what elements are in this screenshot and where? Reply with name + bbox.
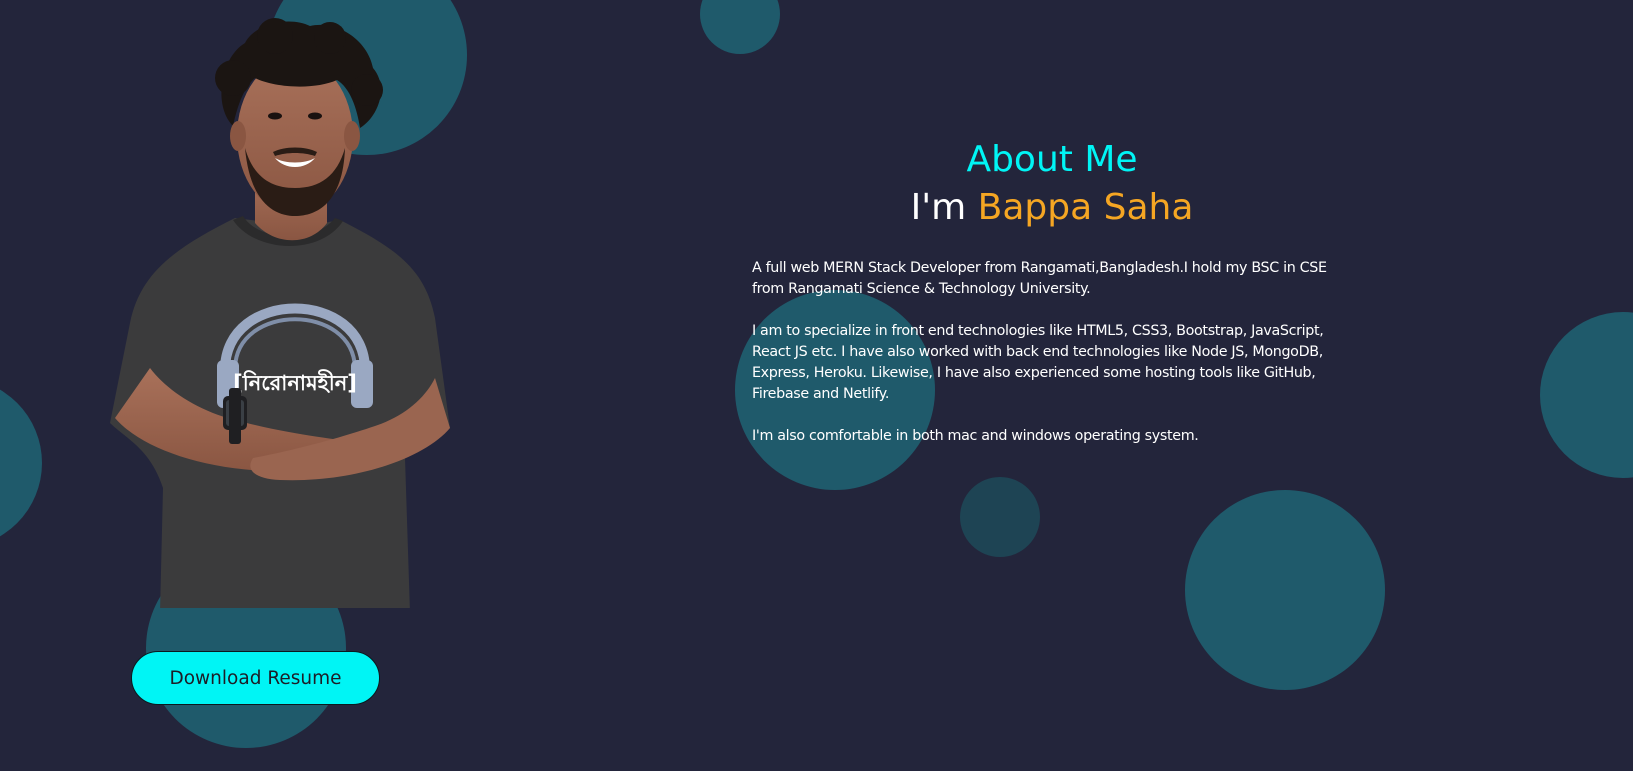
intro-line: I'm Bappa Saha [752, 184, 1352, 232]
about-paragraph: I'm also comfortable in both mac and win… [752, 428, 1199, 444]
about-paragraph: A full web MERN Stack Developer from Ran… [752, 260, 1327, 297]
bg-bubble [1540, 312, 1633, 478]
profile-photo: [নিরোনামহীন] [110, 18, 450, 608]
author-name: Bappa Saha [977, 187, 1194, 228]
about-description: A full web MERN Stack Developer from Ran… [752, 258, 1342, 468]
about-me-title: About Me [966, 139, 1138, 180]
about-paragraph: I am to specialize in front end technolo… [752, 323, 1324, 402]
about-heading: About Me I'm Bappa Saha [752, 136, 1352, 232]
bg-bubble [960, 477, 1040, 557]
download-resume-button[interactable]: Download Resume [131, 651, 380, 705]
about-section: [নিরোনামহীন] About Me I'm Bappa Saha A f… [0, 0, 1633, 771]
bg-bubble [1185, 490, 1385, 690]
intro-prefix: I'm [910, 187, 978, 228]
bg-bubble [700, 0, 780, 54]
bg-bubble [0, 378, 42, 548]
shirt-print-text: [নিরোনামহীন] [233, 369, 357, 395]
